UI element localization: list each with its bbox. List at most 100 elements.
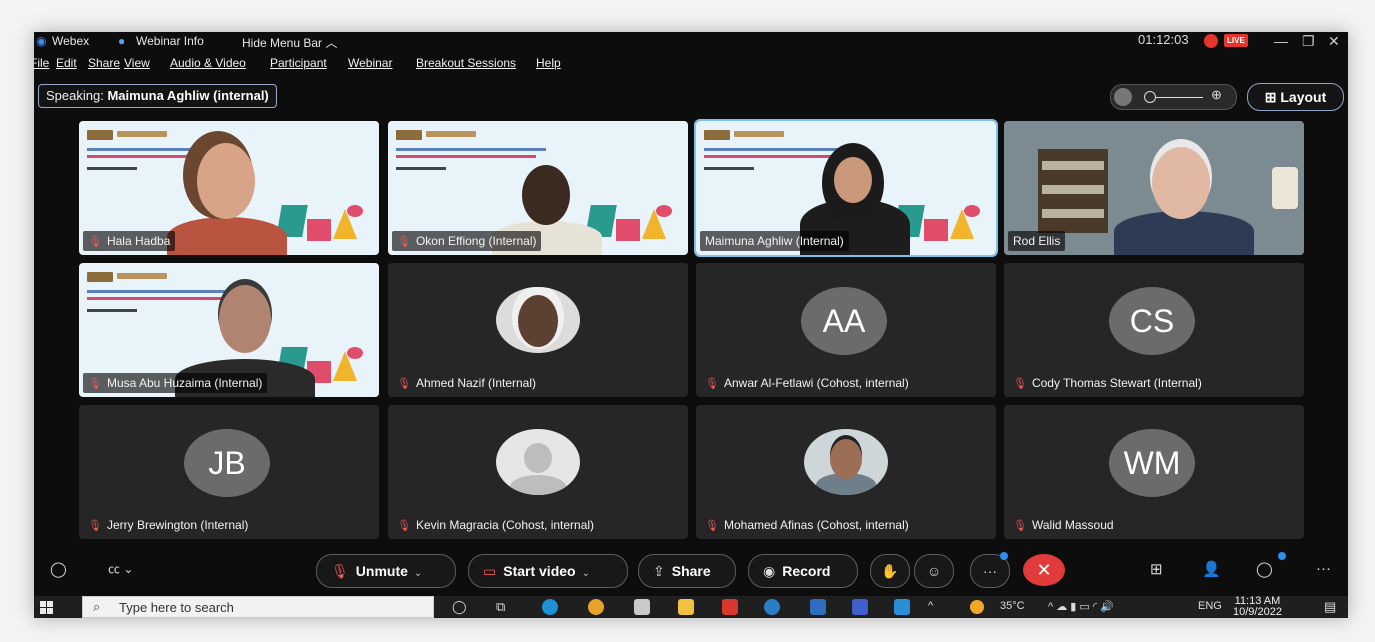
- avatar: AA: [801, 287, 887, 355]
- video-tile[interactable]: CS 🎙 Cody Thomas Stewart (Internal): [1004, 263, 1304, 397]
- notifications-icon[interactable]: ▤: [1324, 599, 1336, 615]
- layout-button[interactable]: ⊞ Layout: [1247, 83, 1344, 111]
- file-explorer-icon[interactable]: [678, 599, 694, 615]
- captions-icon[interactable]: ㏄ ⌄: [108, 560, 133, 577]
- photos-icon[interactable]: [894, 599, 910, 615]
- webex-logo-icon: ◉: [36, 34, 47, 48]
- chat-icon[interactable]: ◯: [1256, 560, 1273, 578]
- video-tile[interactable]: 🎙 Kevin Magracia (Cohost, internal): [388, 405, 688, 539]
- avatar: [496, 287, 580, 353]
- weather-icon: [970, 600, 984, 614]
- language-indicator[interactable]: ENG: [1198, 600, 1222, 612]
- video-tile[interactable]: 🎙 Okon Effiong (Internal): [388, 121, 688, 255]
- video-tile[interactable]: 🎙 Musa Abu Huzaima (Internal): [79, 263, 379, 397]
- smiley-icon: ☺: [926, 563, 942, 579]
- zoom-knob[interactable]: [1144, 91, 1156, 103]
- chrome-icon[interactable]: [588, 599, 604, 615]
- participants-icon[interactable]: 👤: [1202, 560, 1221, 578]
- leave-meeting-button[interactable]: ✕: [1023, 554, 1065, 586]
- menu-participant[interactable]: Participant: [270, 56, 327, 70]
- avatar: CS: [1109, 287, 1195, 355]
- zoom-slider[interactable]: ⊕: [1110, 84, 1237, 110]
- video-tile-active-speaker[interactable]: Maimuna Aghliw (Internal): [694, 119, 998, 257]
- menu-breakout-sessions[interactable]: Breakout Sessions: [416, 56, 516, 70]
- participant-name: 🎙 Okon Effiong (Internal): [392, 231, 542, 251]
- webex-window: ◉ Webex ● Webinar Info Hide Menu Bar ︿ 0…: [34, 32, 1348, 618]
- system-tray-icons[interactable]: ^ ☁ ▮ ▭ ◜ 🔊: [1048, 600, 1114, 613]
- video-tile[interactable]: 🎙 Ahmed Nazif (Internal): [388, 263, 688, 397]
- taskbar-clock[interactable]: 11:13 AM 10/9/2022: [1233, 596, 1282, 618]
- paint-icon[interactable]: [634, 599, 650, 615]
- hide-menu-bar-button[interactable]: Hide Menu Bar ︿: [242, 34, 337, 51]
- video-tile[interactable]: 🎙 Mohamed Afinas (Cohost, internal): [696, 405, 996, 539]
- unmute-button[interactable]: 🎙 Unmute ⌄: [316, 554, 456, 588]
- zoom-track: [1151, 97, 1203, 98]
- reactions-button[interactable]: ☺: [914, 554, 954, 588]
- webex-taskbar-icon[interactable]: [852, 599, 868, 615]
- participant-name: Maimuna Aghliw (Internal): [700, 231, 849, 251]
- participant-name: Rod Ellis: [1008, 231, 1066, 251]
- ie-icon[interactable]: [764, 599, 780, 615]
- menu-share[interactable]: Share: [88, 56, 120, 70]
- start-video-button[interactable]: ▭ Start video ⌄: [468, 554, 628, 588]
- grid-icon: ⊞: [1264, 89, 1277, 105]
- video-tile[interactable]: AA 🎙 Anwar Al-Fetlawi (Cohost, internal): [696, 263, 996, 397]
- overflow-chevron-icon[interactable]: ^: [928, 600, 933, 612]
- menu-audio-video[interactable]: Audio & Video: [170, 56, 246, 70]
- more-panels-icon[interactable]: ···: [1316, 560, 1331, 577]
- restore-icon[interactable]: ❐: [1302, 33, 1315, 50]
- windows-taskbar: ⌕ Type here to search ◯ ⧉ ^ 35°C ^ ☁ ▮ ▭…: [34, 596, 1348, 618]
- menu-help[interactable]: Help: [536, 56, 561, 70]
- avatar: [804, 429, 888, 495]
- mic-muted-icon: 🎙: [331, 563, 349, 579]
- taskbar-search[interactable]: ⌕ Type here to search: [82, 596, 434, 618]
- chat-notification-dot: [1278, 552, 1286, 560]
- minimize-icon[interactable]: —: [1274, 33, 1288, 49]
- mic-muted-icon: 🎙: [397, 378, 411, 390]
- active-speaker-name: Maimuna Aghliw (internal): [107, 88, 269, 103]
- participant-name: 🎙 Hala Hadba: [83, 231, 176, 251]
- meeting-controls: ◯ ㏄ ⌄ 🎙 Unmute ⌄ ▭ Start video ⌄ ⇪ Share ◉ Rec…: [34, 552, 1348, 592]
- menu-edit[interactable]: Edit: [56, 56, 77, 70]
- zoom-out-icon[interactable]: [1114, 88, 1132, 106]
- video-off-icon: ▭: [483, 563, 497, 579]
- speaking-indicator: Speaking: Maimuna Aghliw (internal): [38, 84, 277, 108]
- record-button[interactable]: ◉ Record: [748, 554, 858, 588]
- menu-webinar[interactable]: Webinar: [348, 56, 392, 70]
- video-tile[interactable]: 🎙 Hala Hadba: [79, 121, 379, 255]
- info-icon: ●: [118, 34, 126, 48]
- video-tile[interactable]: WM 🎙 Walid Massoud: [1004, 405, 1304, 539]
- menu-bar: File Edit Share View Audio & Video Parti…: [34, 54, 1348, 72]
- vivaldi-icon[interactable]: [722, 599, 738, 615]
- menu-file[interactable]: File: [34, 56, 49, 70]
- chevron-down-icon[interactable]: ⌄: [414, 568, 422, 579]
- task-view-icon[interactable]: ⧉: [496, 599, 505, 615]
- close-icon: ✕: [1036, 560, 1052, 580]
- avatar: JB: [184, 429, 270, 497]
- default-avatar-icon: [496, 429, 580, 495]
- mic-muted-icon: 🎙: [1013, 378, 1027, 390]
- share-button[interactable]: ⇪ Share: [638, 554, 736, 588]
- mic-muted-icon: 🎙: [397, 520, 411, 532]
- menu-view[interactable]: View: [124, 56, 150, 70]
- edge-icon[interactable]: [542, 599, 558, 615]
- record-icon: ◉: [763, 563, 776, 579]
- participant-name: 🎙 Mohamed Afinas (Cohost, internal): [705, 518, 909, 532]
- close-icon[interactable]: ✕: [1328, 33, 1340, 50]
- apps-icon[interactable]: ⊞: [1150, 560, 1163, 578]
- cortana-icon[interactable]: ◯: [452, 599, 467, 615]
- webinar-info-button[interactable]: Webinar Info: [136, 34, 204, 48]
- participant-name: 🎙 Jerry Brewington (Internal): [88, 518, 249, 532]
- share-icon: ⇪: [653, 563, 665, 579]
- raise-hand-button[interactable]: ✋: [870, 554, 910, 588]
- activity-icon[interactable]: ◯: [50, 560, 67, 578]
- windows-start-icon[interactable]: [40, 601, 53, 614]
- chevron-down-icon[interactable]: ⌄: [582, 568, 590, 579]
- zoom-in-icon[interactable]: ⊕: [1211, 87, 1222, 103]
- mic-muted-icon: 🎙: [88, 520, 102, 532]
- outlook-icon[interactable]: [810, 599, 826, 615]
- video-tile[interactable]: Rod Ellis: [1004, 121, 1304, 255]
- mic-muted-icon: 🎙: [1013, 520, 1027, 532]
- video-tile[interactable]: JB 🎙 Jerry Brewington (Internal): [79, 405, 379, 539]
- participant-name: 🎙 Ahmed Nazif (Internal): [397, 376, 537, 390]
